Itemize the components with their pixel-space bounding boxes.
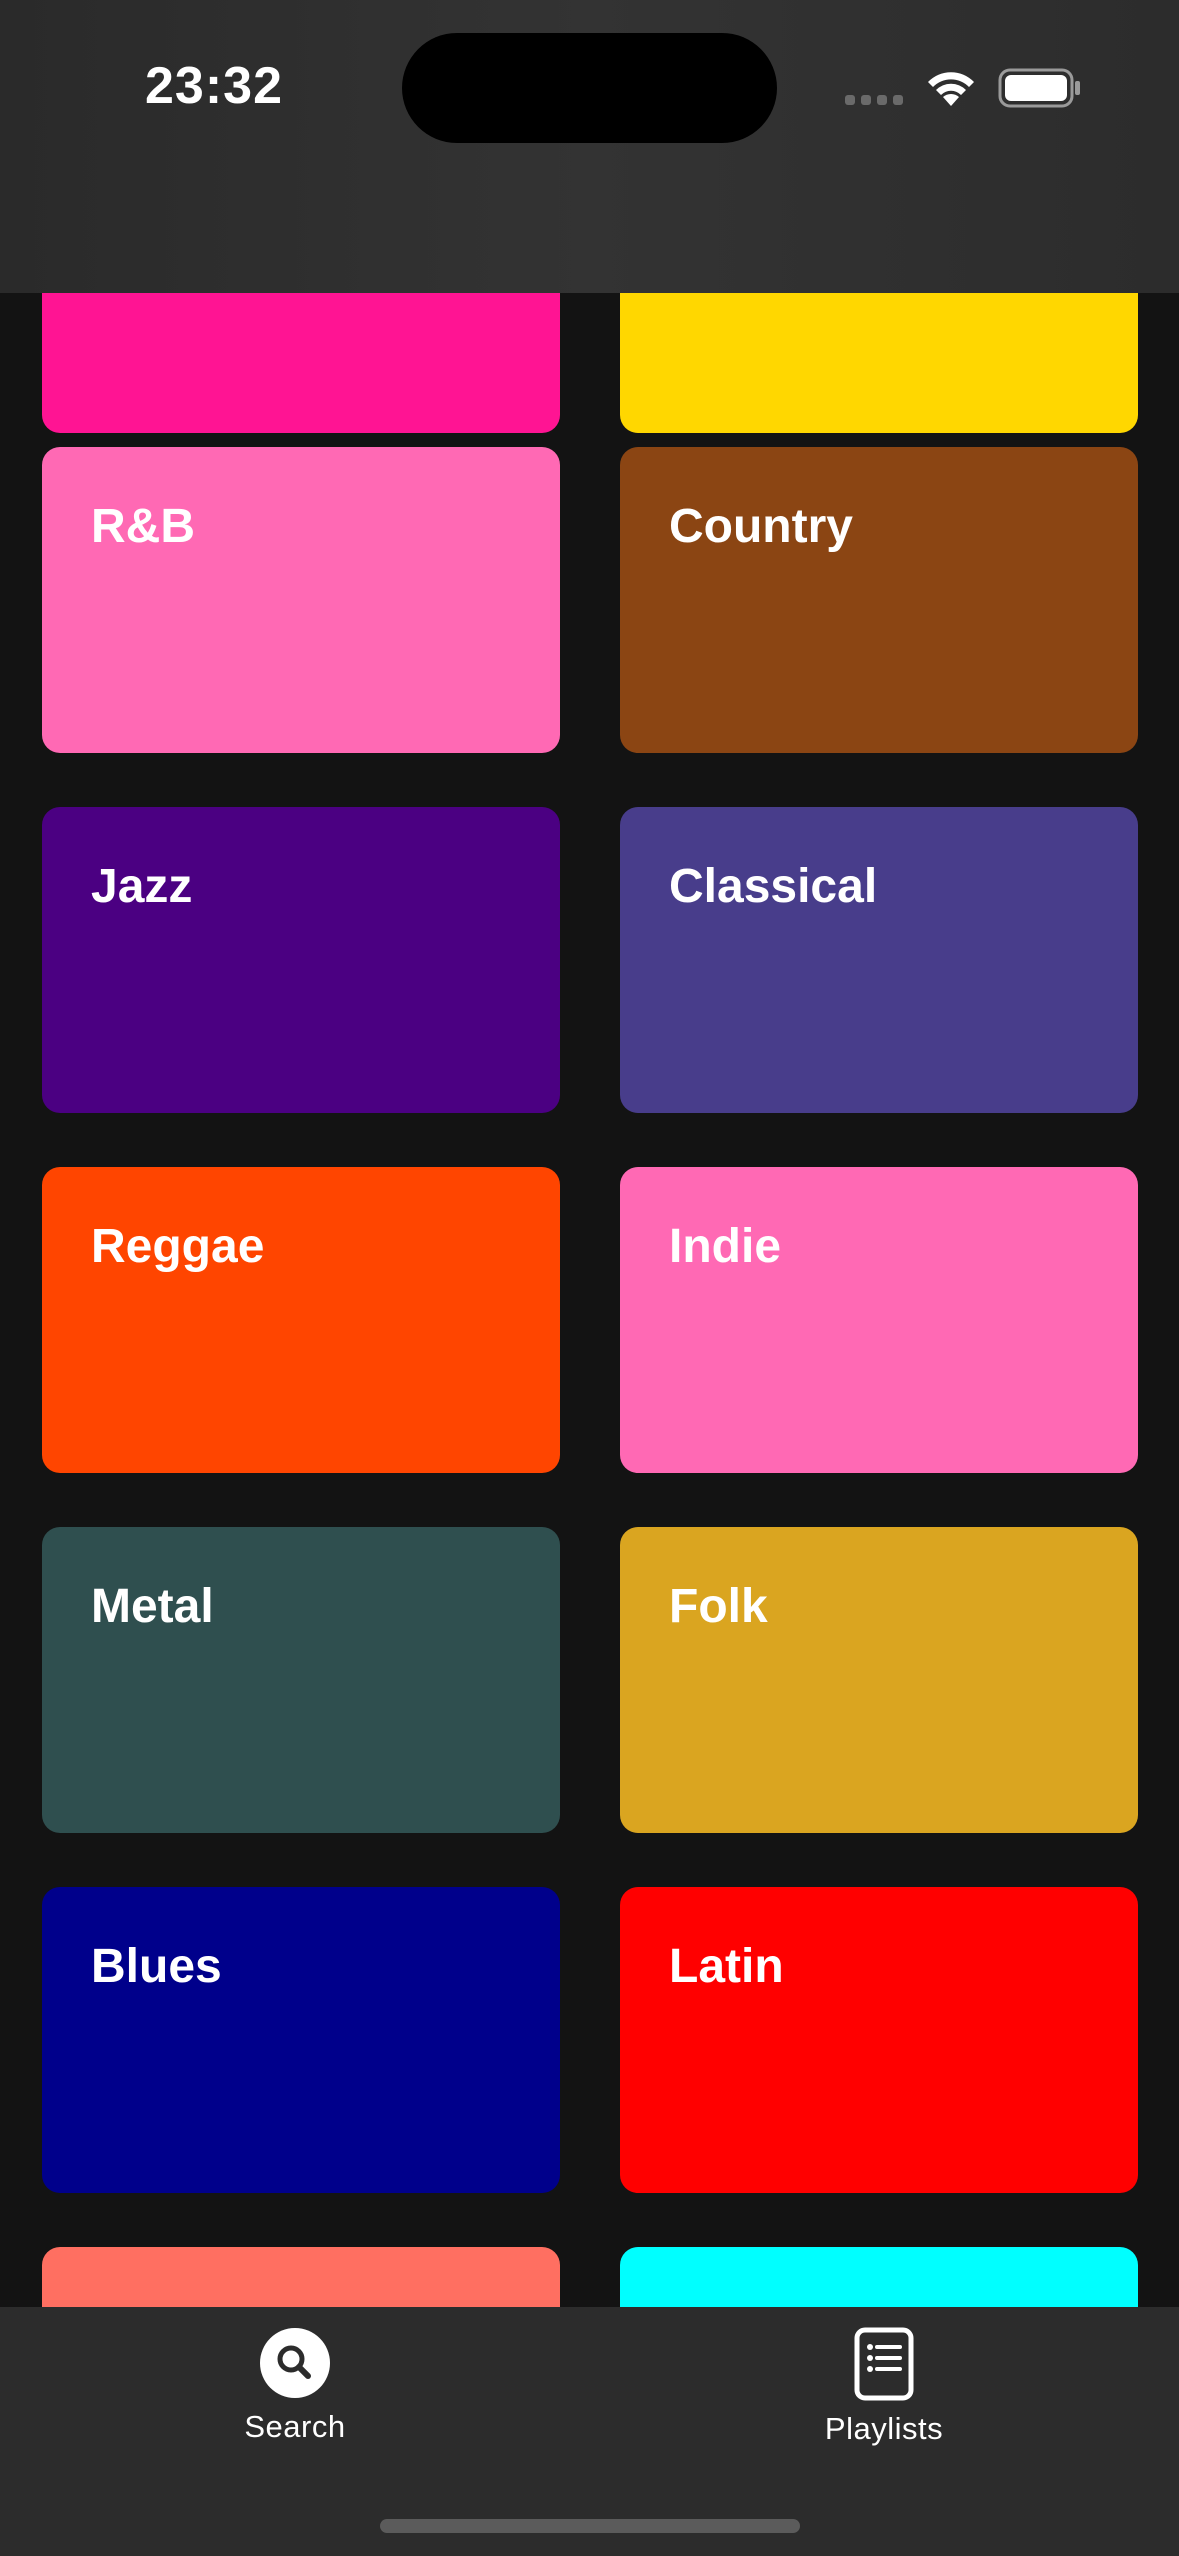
genre-card[interactable] bbox=[620, 293, 1138, 433]
genre-label: Country bbox=[669, 500, 853, 553]
genre-label: Latin bbox=[669, 1940, 784, 1993]
tab-label: Playlists bbox=[824, 2411, 944, 2446]
genre-card-jazz[interactable]: Jazz bbox=[42, 807, 560, 1113]
genre-card-rnb[interactable]: R&B bbox=[42, 447, 560, 753]
genre-label: Indie bbox=[669, 1220, 782, 1273]
genre-card[interactable] bbox=[620, 2247, 1138, 2307]
genre-card[interactable] bbox=[42, 2247, 560, 2307]
cellular-signal-icon bbox=[845, 95, 903, 105]
genre-label: Reggae bbox=[91, 1220, 265, 1273]
playlist-icon bbox=[854, 2327, 914, 2401]
genre-label: Classical bbox=[669, 860, 878, 913]
genre-card-reggae[interactable]: Reggae bbox=[42, 1167, 560, 1473]
genre-label: Jazz bbox=[91, 860, 193, 913]
genre-label: Blues bbox=[91, 1940, 222, 1993]
status-time: 23:32 bbox=[145, 57, 283, 115]
battery-icon bbox=[998, 68, 1080, 108]
search-icon bbox=[260, 2328, 330, 2398]
wifi-icon bbox=[928, 72, 974, 106]
genre-grid: R&B Country Jazz Classical Reggae Indie … bbox=[0, 293, 1179, 2307]
tab-search[interactable]: Search bbox=[165, 2327, 425, 2477]
genre-label: Folk bbox=[669, 1580, 768, 1633]
home-indicator[interactable] bbox=[380, 2519, 800, 2533]
genre-card-classical[interactable]: Classical bbox=[620, 807, 1138, 1113]
genre-card-indie[interactable]: Indie bbox=[620, 1167, 1138, 1473]
genre-card-latin[interactable]: Latin bbox=[620, 1887, 1138, 2193]
top-header: 23:32 bbox=[0, 0, 1179, 293]
genre-label: R&B bbox=[91, 500, 195, 553]
genre-card-folk[interactable]: Folk bbox=[620, 1527, 1138, 1833]
genre-card-blues[interactable]: Blues bbox=[42, 1887, 560, 2193]
tab-label: Search bbox=[244, 2409, 346, 2444]
tab-playlists[interactable]: Playlists bbox=[754, 2327, 1014, 2477]
genre-label: Metal bbox=[91, 1580, 214, 1633]
dynamic-island bbox=[402, 33, 777, 143]
genre-card-metal[interactable]: Metal bbox=[42, 1527, 560, 1833]
genre-card-country[interactable]: Country bbox=[620, 447, 1138, 753]
tab-bar: Search Playlists bbox=[0, 2307, 1179, 2556]
genre-card[interactable] bbox=[42, 293, 560, 433]
